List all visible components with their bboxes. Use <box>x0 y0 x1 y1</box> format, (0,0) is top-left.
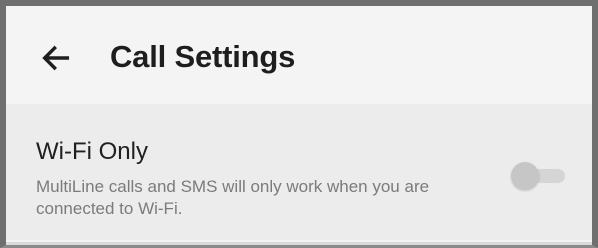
back-button[interactable] <box>34 36 78 80</box>
bottom-divider <box>6 242 592 245</box>
wifi-only-title: Wi-Fi Only <box>36 138 148 165</box>
app-bar: Call Settings <box>6 6 592 104</box>
wifi-only-toggle[interactable] <box>511 162 567 190</box>
page-title: Call Settings <box>110 39 296 74</box>
arrow-left-icon <box>42 45 70 71</box>
toggle-thumb <box>511 162 539 190</box>
wifi-only-description: MultiLine calls and SMS will only work w… <box>36 177 430 218</box>
wifi-only-setting[interactable]: Wi-Fi Only MultiLine calls and SMS will … <box>6 104 592 240</box>
call-settings-screen: Call Settings Wi-Fi Only MultiLine calls… <box>0 0 598 248</box>
